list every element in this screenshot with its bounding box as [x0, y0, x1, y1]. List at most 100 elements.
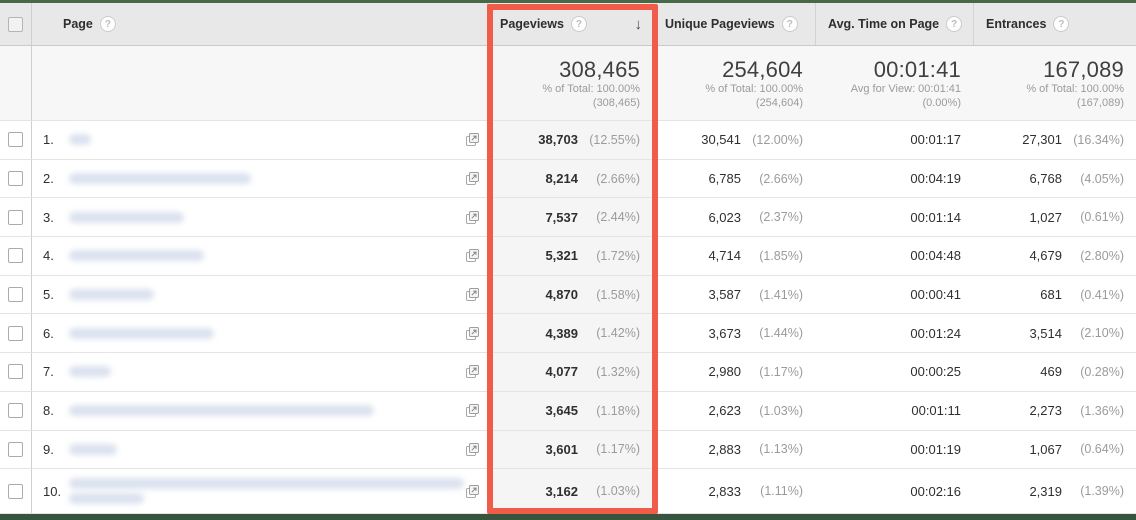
page-link-blurred[interactable]	[69, 443, 117, 455]
unique-pageviews-cell: 3,587 (1.41%)	[652, 276, 815, 314]
select-all-cell	[0, 3, 31, 45]
help-icon[interactable]: ?	[946, 16, 963, 32]
open-in-new-icon[interactable]	[466, 404, 487, 418]
table-row: 5. 4,870 (1.58%) 3,587 (1.41%) 00:00:41 …	[0, 275, 1136, 315]
row-checkbox-cell	[0, 198, 31, 236]
open-in-new-icon[interactable]	[466, 172, 487, 186]
page-link-blurred[interactable]	[69, 134, 91, 146]
pageviews-cell: 4,077 (1.32%)	[487, 353, 652, 391]
pageviews-percent: (12.55%)	[589, 132, 640, 147]
unique-pageviews-percent: (1.44%)	[759, 326, 803, 341]
table-row: 4. 5,321 (1.72%) 4,714 (1.85%) 00:04:48 …	[0, 237, 1136, 276]
unique-pageviews-value: 3,587	[708, 287, 741, 303]
row-checkbox[interactable]	[8, 364, 23, 380]
open-in-new-icon[interactable]	[466, 210, 487, 224]
page-link-blurred[interactable]	[69, 173, 251, 185]
page-link-blurred[interactable]	[69, 478, 464, 505]
row-checkbox[interactable]	[8, 248, 23, 264]
row-checkbox[interactable]	[8, 287, 23, 303]
unique-pageviews-value: 6,023	[708, 209, 741, 225]
unique-pageviews-cell: 6,785 (2.66%)	[652, 160, 815, 198]
page-link-blurred[interactable]	[69, 327, 214, 339]
pageviews-percent: (2.66%)	[596, 171, 640, 186]
page-link-blurred[interactable]	[69, 405, 374, 417]
help-icon[interactable]: ?	[570, 16, 587, 32]
pageviews-cell: 8,214 (2.66%)	[487, 159, 652, 198]
column-header-avg-time[interactable]: Avg. Time on Page ?	[815, 3, 973, 45]
table-row: 6. 4,389 (1.42%) 3,673 (1.44%) 00:01:24 …	[0, 314, 1136, 354]
row-number: 6.	[43, 325, 54, 341]
page-link-blurred[interactable]	[69, 211, 184, 223]
avg-time-value: 00:04:19	[910, 171, 961, 187]
pageviews-value: 38,703	[538, 132, 578, 148]
row-checkbox-cell	[0, 392, 31, 430]
page-link-blurred[interactable]	[69, 366, 111, 378]
row-number: 10.	[43, 483, 62, 499]
page-cell: 7.	[31, 353, 487, 391]
entrances-value: 469	[1040, 364, 1062, 380]
pageviews-value: 3,601	[545, 441, 578, 457]
open-in-new-icon[interactable]	[466, 133, 487, 147]
entrances-cell: 2,273 (1.36%)	[973, 392, 1136, 430]
unique-pageviews-cell: 2,623 (1.03%)	[652, 392, 815, 430]
unique-pageviews-cell: 2,980 (1.17%)	[652, 353, 815, 391]
pageviews-cell: 3,645 (1.18%)	[487, 391, 652, 430]
row-checkbox[interactable]	[8, 483, 23, 499]
page-link-blurred[interactable]	[69, 250, 204, 262]
entrances-value: 1,067	[1029, 441, 1062, 457]
pageviews-percent: (2.44%)	[596, 210, 640, 225]
help-icon[interactable]: ?	[781, 16, 798, 32]
entrances-cell: 1,027 (0.61%)	[973, 198, 1136, 236]
avg-time-value: 00:04:48	[910, 248, 961, 264]
entrances-percent: (0.41%)	[1080, 287, 1124, 302]
pageviews-cell: 38,703 (12.55%)	[487, 121, 652, 159]
avg-time-value: 00:02:16	[910, 483, 961, 499]
avg-time-cell: 00:01:24	[815, 314, 973, 352]
row-checkbox[interactable]	[8, 403, 23, 419]
column-label-page: Page	[63, 17, 93, 31]
summary-row: 308,465 % of Total: 100.00% (308,465) 25…	[0, 46, 1136, 121]
table-body: 1. 38,703 (12.55%) 30,541 (12.00%) 00:01…	[0, 121, 1136, 515]
page-cell: 3.	[31, 198, 487, 237]
help-icon[interactable]: ?	[1053, 16, 1070, 32]
unique-pageviews-value: 2,623	[708, 403, 741, 419]
open-in-new-icon[interactable]	[466, 326, 487, 340]
open-in-new-icon[interactable]	[466, 365, 487, 379]
row-checkbox-cell	[0, 121, 31, 159]
pageviews-cell: 3,162 (1.03%)	[487, 469, 652, 514]
row-checkbox[interactable]	[8, 441, 23, 457]
pageviews-value: 7,537	[545, 209, 578, 225]
unique-pageviews-cell: 4,714 (1.85%)	[652, 237, 815, 275]
table-row: 2. 8,214 (2.66%) 6,785 (2.66%) 00:04:19 …	[0, 159, 1136, 199]
select-all-checkbox[interactable]	[8, 16, 23, 32]
column-header-unique-pageviews[interactable]: Unique Pageviews ?	[652, 3, 815, 45]
help-icon[interactable]: ?	[99, 16, 116, 32]
row-checkbox-cell	[0, 431, 31, 469]
row-checkbox[interactable]	[8, 171, 23, 187]
open-in-new-icon[interactable]	[466, 288, 487, 302]
column-header-page[interactable]: Page ?	[31, 3, 487, 45]
summary-pageviews-total: (308,465)	[592, 96, 640, 109]
row-checkbox-cell	[0, 276, 31, 314]
row-checkbox[interactable]	[8, 209, 23, 225]
pageviews-value: 4,389	[545, 325, 578, 341]
entrances-cell: 2,319 (1.39%)	[973, 469, 1136, 513]
row-checkbox[interactable]	[8, 132, 23, 148]
column-header-pageviews[interactable]: Pageviews ? ↓	[487, 3, 652, 45]
column-label-pageviews: Pageviews	[500, 17, 564, 31]
open-in-new-icon[interactable]	[466, 442, 487, 456]
row-checkbox[interactable]	[8, 325, 23, 341]
column-header-entrances[interactable]: Entrances ?	[973, 3, 1136, 45]
row-number: 3.	[43, 209, 54, 225]
pageviews-percent: (1.03%)	[596, 484, 640, 499]
open-in-new-icon[interactable]	[466, 484, 487, 498]
entrances-percent: (0.64%)	[1080, 442, 1124, 457]
avg-time-value: 00:01:14	[910, 209, 961, 225]
avg-time-cell: 00:04:48	[815, 237, 973, 275]
page-link-blurred[interactable]	[69, 289, 154, 301]
page-cell: 10.	[31, 469, 487, 514]
pageviews-percent: (1.18%)	[596, 403, 640, 418]
avg-time-value: 00:01:19	[910, 441, 961, 457]
table-row: 3. 7,537 (2.44%) 6,023 (2.37%) 00:01:14 …	[0, 198, 1136, 238]
open-in-new-icon[interactable]	[466, 249, 487, 263]
